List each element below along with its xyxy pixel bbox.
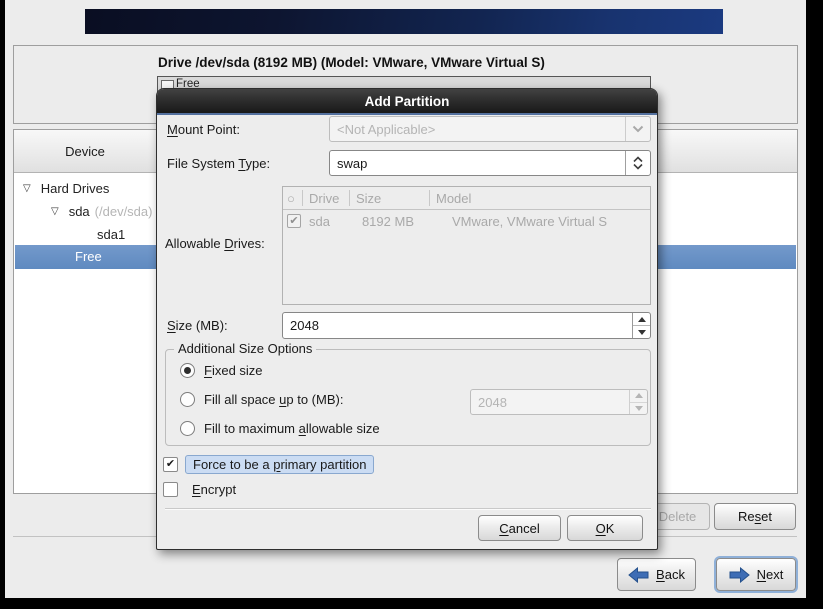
tree-item-label: Free	[75, 249, 102, 264]
radio-selected-icon[interactable]	[180, 363, 195, 378]
screen-border-right	[806, 0, 823, 609]
drive-model-cell: VMware, VMware Virtual S	[430, 214, 650, 229]
fill-up-to-value: 2048	[471, 390, 629, 414]
radio-fixed-size[interactable]: Fixed size	[180, 363, 263, 378]
next-arrow-icon	[729, 567, 750, 583]
encrypt-row[interactable]: Encrypt	[163, 482, 236, 497]
fs-type-value: swap	[330, 156, 625, 171]
back-button-label: Back	[656, 567, 685, 582]
next-button-label: Next	[757, 567, 784, 582]
dialog-separator	[165, 508, 651, 510]
triangle-down-icon	[638, 330, 646, 335]
drive-size-cell: 8192 MB	[350, 214, 430, 229]
additional-size-options-legend: Additional Size Options	[174, 341, 316, 356]
radio-unselected-icon[interactable]	[180, 421, 195, 436]
drives-table-row[interactable]: ✔ sda 8192 MB VMware, VMware Virtual S	[283, 210, 650, 232]
screen-border-bottom	[0, 598, 823, 609]
expander-down-icon[interactable]: ▽	[51, 206, 59, 217]
installer-screen: { "colors": { "selection_blue": "#6b93c7…	[0, 0, 823, 609]
fill-spin-buttons	[629, 390, 647, 414]
fs-type-combobox[interactable]: swap	[329, 150, 651, 176]
reset-button-label: Reset	[738, 509, 772, 524]
allowable-drives-label: Allowable Drives:	[165, 236, 265, 251]
add-partition-dialog: Add Partition Mount Point: <Not Applicab…	[156, 88, 658, 550]
chevron-up-down-icon[interactable]	[625, 151, 650, 175]
radio-unselected-icon[interactable]	[180, 392, 195, 407]
radio-fixed-size-label: Fixed size	[204, 363, 263, 378]
tree-item-device-path: (/dev/sda)	[95, 204, 153, 219]
chevron-down-icon[interactable]	[625, 117, 650, 141]
encrypt-checkbox[interactable]	[163, 482, 178, 497]
screen-border-left	[0, 0, 5, 609]
force-primary-row[interactable]: ✔ Force to be a primary partition	[163, 455, 374, 474]
fs-type-label: File System Type:	[167, 156, 270, 171]
drive-checkbox[interactable]: ✔	[287, 214, 301, 228]
additional-size-options-group: Additional Size Options Fixed size Fill …	[165, 349, 651, 446]
spin-down-button[interactable]	[633, 326, 650, 338]
tree-item-hard-drives[interactable]: ▽ Hard Drives	[15, 177, 109, 200]
size-label: Size (MB):	[167, 318, 228, 333]
expander-down-icon[interactable]: ▽	[23, 183, 31, 194]
triangle-up-icon	[638, 317, 646, 322]
dialog-titlebar[interactable]: Add Partition	[157, 89, 657, 115]
cancel-button-label: Cancel	[499, 521, 539, 536]
spin-down-button[interactable]	[630, 403, 647, 415]
radio-fill-max[interactable]: Fill to maximum allowable size	[180, 421, 380, 436]
radio-fill-up-to[interactable]: Fill all space up to (MB):	[180, 392, 343, 407]
tree-item-sda[interactable]: ▽ sda (/dev/sda)	[15, 200, 152, 223]
installer-banner	[85, 9, 723, 34]
dialog-title: Add Partition	[365, 94, 450, 109]
device-column-header[interactable]: Device	[14, 130, 157, 172]
tree-item-label: sda	[69, 204, 90, 219]
force-primary-label: Force to be a primary partition	[185, 455, 374, 474]
next-button[interactable]: Next	[716, 558, 796, 591]
cancel-button[interactable]: Cancel	[478, 515, 561, 541]
fill-up-to-spinbox[interactable]: 2048	[470, 389, 648, 415]
size-column-header: Size	[350, 190, 430, 206]
ok-button-label: OK	[596, 521, 615, 536]
triangle-down-icon	[635, 406, 643, 411]
size-value: 2048	[283, 313, 632, 338]
radio-fill-up-to-label: Fill all space up to (MB):	[204, 392, 343, 407]
mount-point-label: Mount Point:	[167, 122, 240, 137]
drive-column-header: Drive	[303, 190, 350, 206]
drive-name-cell: sda	[303, 214, 350, 229]
tree-item-label: sda1	[97, 227, 125, 242]
size-spinbox[interactable]: 2048	[282, 312, 651, 339]
drives-table-header: ○ Drive Size Model	[283, 187, 650, 210]
toggle-column-header: ○	[283, 190, 303, 206]
spin-up-button[interactable]	[630, 390, 647, 403]
back-arrow-icon	[628, 567, 649, 583]
size-spin-buttons	[632, 313, 650, 338]
drive-title: Drive /dev/sda (8192 MB) (Model: VMware,…	[158, 55, 545, 70]
back-button[interactable]: Back	[617, 558, 696, 591]
triangle-up-icon	[635, 393, 643, 398]
delete-button-label: Delete	[659, 509, 697, 524]
mount-point-combobox[interactable]: <Not Applicable>	[329, 116, 651, 142]
allowable-drives-table[interactable]: ○ Drive Size Model ✔ sda 8192 MB VMware,…	[282, 186, 651, 305]
encrypt-label: Encrypt	[192, 482, 236, 497]
reset-button[interactable]: Reset	[714, 503, 796, 530]
drive-checkbox-cell: ✔	[283, 214, 303, 228]
radio-fill-max-label: Fill to maximum allowable size	[204, 421, 380, 436]
tree-item-sda1[interactable]: sda1	[15, 223, 125, 246]
model-column-header: Model	[430, 190, 650, 206]
mount-point-value: <Not Applicable>	[330, 122, 625, 137]
ok-button[interactable]: OK	[567, 515, 643, 541]
spin-up-button[interactable]	[633, 313, 650, 326]
radio-dot	[184, 367, 191, 374]
tree-item-label: Hard Drives	[41, 181, 110, 196]
force-primary-checkbox[interactable]: ✔	[163, 457, 178, 472]
